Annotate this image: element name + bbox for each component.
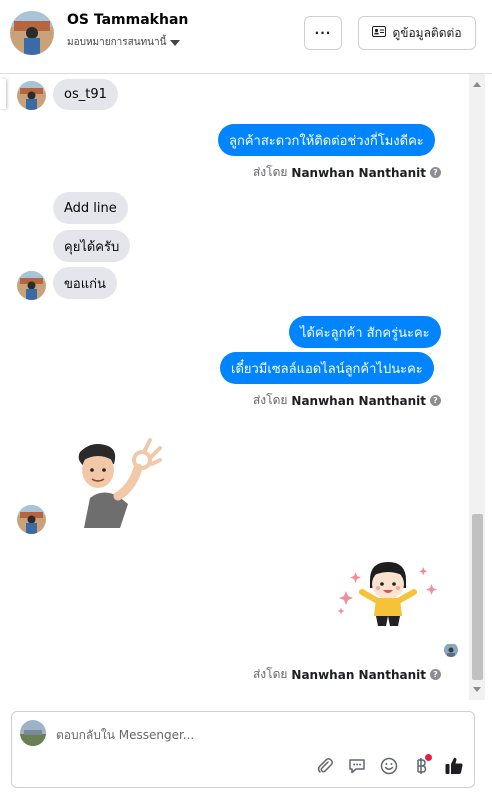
sent-by-line: ส่งโดย Nanwhan Nanthanit ? — [253, 391, 441, 410]
sender-name: Nanwhan Nanthanit — [291, 393, 426, 408]
contact-avatar-small — [17, 505, 46, 534]
contact-avatar-small — [17, 271, 46, 300]
view-contact-button[interactable]: ดูข้อมูลติดต่อ — [358, 16, 476, 50]
more-options-button[interactable]: ··· — [304, 16, 342, 50]
contact-name: OS Tammakhan — [67, 12, 189, 28]
outgoing-sticker[interactable] — [336, 558, 440, 640]
contact-card-icon — [372, 26, 387, 40]
sent-by-line: ส่งโดย Nanwhan Nanthanit ? — [253, 163, 441, 182]
help-icon[interactable]: ? — [430, 669, 441, 680]
assign-conversation-dropdown[interactable]: มอบหมายการสนทนานี้ — [67, 35, 181, 50]
help-icon[interactable]: ? — [430, 167, 441, 178]
thumbs-up-icon[interactable] — [442, 754, 466, 778]
sent-by-prefix: ส่งโดย — [252, 667, 288, 681]
outgoing-message[interactable]: เดี๋ยวมีเซลล์แอดไลน์ลูกค้าไปนะคะ — [220, 352, 434, 384]
agent-avatar — [20, 720, 46, 746]
read-receipt-avatar — [444, 643, 458, 657]
scroll-down-arrow-icon[interactable] — [473, 687, 481, 692]
reply-composer[interactable]: ตอบกลับใน Messenger... — [11, 711, 475, 788]
help-icon[interactable]: ? — [430, 395, 441, 406]
message-thread[interactable]: os_t91 ลูกค้าสะดวกให้ติดต่อช่วงกี่โมงดีค… — [0, 74, 492, 700]
scroll-up-arrow-icon[interactable] — [473, 82, 481, 87]
sender-name: Nanwhan Nanthanit — [291, 165, 426, 180]
incoming-message[interactable]: คุยได้ครับ — [53, 230, 131, 262]
incoming-message[interactable]: ขอแก่น — [53, 267, 117, 299]
conversation-header: OS Tammakhan มอบหมายการสนทนานี้ ··· ดูข้… — [0, 0, 492, 74]
smiley-icon[interactable] — [377, 754, 401, 778]
notification-dot — [425, 754, 432, 761]
view-contact-label: ดูข้อมูลติดต่อ — [392, 25, 462, 40]
assign-label: มอบหมายการสนทนานี้ — [67, 37, 167, 48]
paperclip-icon[interactable] — [313, 754, 337, 778]
contact-avatar-small — [17, 81, 46, 110]
incoming-message[interactable]: os_t91 — [53, 79, 118, 110]
side-panel-tab[interactable] — [0, 79, 6, 109]
outgoing-message[interactable]: ลูกค้าสะดวกให้ติดต่อช่วงกี่โมงดีคะ — [218, 124, 435, 156]
incoming-message[interactable]: Add line — [53, 192, 128, 224]
sender-name: Nanwhan Nanthanit — [291, 667, 426, 682]
sent-by-prefix: ส่งโดย — [252, 393, 288, 407]
reply-input[interactable]: ตอบกลับใน Messenger... — [56, 726, 194, 745]
incoming-sticker[interactable] — [70, 438, 162, 530]
sent-by-prefix: ส่งโดย — [252, 165, 288, 179]
contact-avatar[interactable] — [10, 11, 54, 55]
scrollbar-thumb[interactable] — [472, 514, 483, 680]
baht-icon[interactable] — [409, 754, 433, 778]
outgoing-message[interactable]: ได้ค่ะลูกค้า สักครู่นะคะ — [289, 316, 441, 348]
speech-bubble-icon[interactable] — [345, 754, 369, 778]
caret-down-icon — [170, 39, 181, 46]
sent-by-line: ส่งโดย Nanwhan Nanthanit ? — [253, 665, 441, 684]
